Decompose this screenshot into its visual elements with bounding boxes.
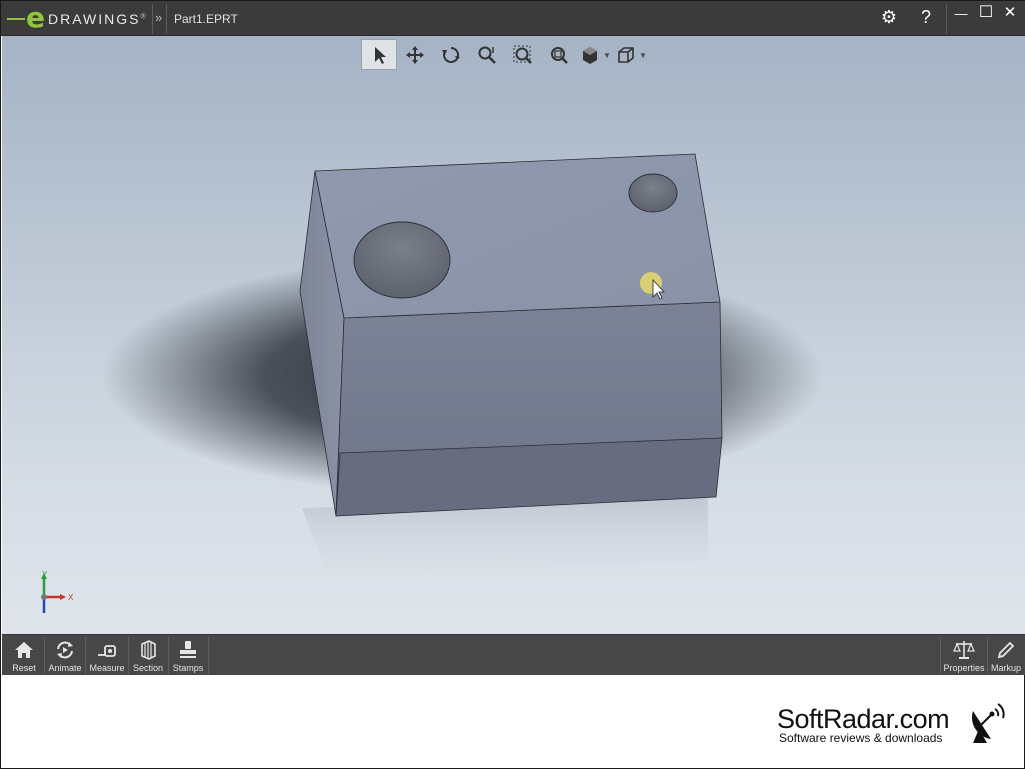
- small-hole[interactable]: [628, 173, 678, 213]
- maximize-icon: ☐: [978, 4, 994, 21]
- title-bar: e DRAWINGS® » Part1.EPRT ⚙ ? — ☐ ✕: [1, 1, 1025, 36]
- maximize-button[interactable]: ☐: [974, 2, 998, 24]
- scales-icon: [953, 641, 975, 659]
- rotate-icon: [442, 46, 460, 63]
- logo-line: [7, 18, 25, 20]
- logo-registered: ®: [140, 13, 148, 21]
- triad-origin: [41, 594, 47, 600]
- x-label: X: [68, 593, 74, 602]
- minimize-button[interactable]: —: [949, 3, 973, 25]
- y-label: Y: [42, 571, 48, 579]
- pan-tool-button[interactable]: [397, 39, 433, 70]
- large-hole[interactable]: [353, 221, 451, 299]
- reset-label: Reset: [12, 663, 36, 673]
- gear-icon: ⚙: [880, 7, 898, 27]
- zoom-to-area-button[interactable]: [505, 39, 541, 70]
- toolbar-separator: [44, 637, 45, 674]
- display-style-button[interactable]: [577, 39, 603, 70]
- animate-button[interactable]: Animate: [46, 635, 84, 676]
- settings-button[interactable]: ⚙: [877, 6, 901, 28]
- satellite-dish-icon: [971, 703, 1005, 743]
- help-icon: ?: [920, 7, 931, 27]
- measure-button[interactable]: Measure: [87, 635, 127, 676]
- zoom-tool-button[interactable]: [469, 39, 505, 70]
- chevron-down-icon: ▼: [603, 50, 611, 60]
- title-separator: [946, 4, 947, 34]
- markup-label: Markup: [990, 663, 1021, 673]
- bottom-toolbar: Reset Animate Measure Section Stamps Pro…: [2, 634, 1025, 675]
- toolbar-separator: [208, 637, 209, 674]
- view-orientation-icon: [618, 46, 634, 63]
- zoom-to-fit-button[interactable]: [541, 39, 577, 70]
- markup-button[interactable]: Markup: [988, 635, 1024, 676]
- view-orientation-button[interactable]: [613, 39, 639, 70]
- properties-label: Properties: [943, 663, 985, 673]
- watermark-subtitle: Software reviews & downloads: [779, 731, 943, 745]
- animate-icon: [57, 641, 73, 659]
- axis-triad: Y X: [41, 571, 74, 613]
- toolbar-separator: [85, 637, 86, 674]
- select-arrow-icon: [375, 46, 386, 64]
- x-arrow: [60, 594, 66, 600]
- display-style-icon: [583, 46, 597, 64]
- properties-button[interactable]: Properties: [941, 635, 987, 676]
- stamps-label: Stamps: [172, 663, 204, 673]
- view-toolbar: ▼ ▼: [361, 39, 649, 71]
- logo-word: DRAWINGS®: [48, 11, 148, 27]
- help-button[interactable]: ?: [914, 6, 938, 28]
- 3d-viewport[interactable]: ▼ ▼ Y X: [2, 36, 1025, 634]
- close-button[interactable]: ✕: [998, 2, 1022, 24]
- section-label: Section: [132, 663, 164, 673]
- measure-label: Measure: [89, 663, 125, 673]
- stamps-button[interactable]: Stamps: [169, 635, 207, 676]
- stamp-icon: [180, 641, 196, 658]
- pencil-icon: [997, 641, 1015, 659]
- close-icon: ✕: [1003, 4, 1017, 21]
- view-orientation-dropdown[interactable]: ▼: [639, 39, 649, 71]
- part-model[interactable]: [2, 36, 1025, 634]
- title-separator: [152, 4, 153, 34]
- measure-icon: [98, 645, 116, 657]
- zoom-icon: [478, 46, 496, 64]
- file-name: Part1.EPRT: [174, 12, 238, 26]
- minimize-icon: —: [954, 6, 968, 21]
- breadcrumb-separator: »: [155, 10, 163, 25]
- edrawings-logo: e DRAWINGS®: [7, 1, 148, 34]
- reset-button[interactable]: Reset: [6, 635, 42, 676]
- title-separator: [166, 4, 167, 34]
- logo-word-text: DRAWINGS: [48, 11, 141, 27]
- chevron-down-icon: ▼: [639, 50, 647, 60]
- logo-e: e: [26, 1, 45, 34]
- select-tool-button[interactable]: [361, 39, 397, 70]
- pan-icon: [406, 45, 424, 64]
- home-icon: [15, 642, 33, 658]
- zoom-to-area-icon: [513, 45, 532, 64]
- animate-label: Animate: [48, 663, 82, 673]
- rotate-tool-button[interactable]: [433, 39, 469, 70]
- display-style-dropdown[interactable]: ▼: [603, 39, 613, 71]
- section-button[interactable]: Section: [129, 635, 167, 676]
- section-icon: [141, 640, 156, 660]
- zoom-to-fit-icon: [551, 46, 568, 64]
- app-window: e DRAWINGS® » Part1.EPRT ⚙ ? — ☐ ✕ ▼ ▼ Y…: [0, 0, 1025, 769]
